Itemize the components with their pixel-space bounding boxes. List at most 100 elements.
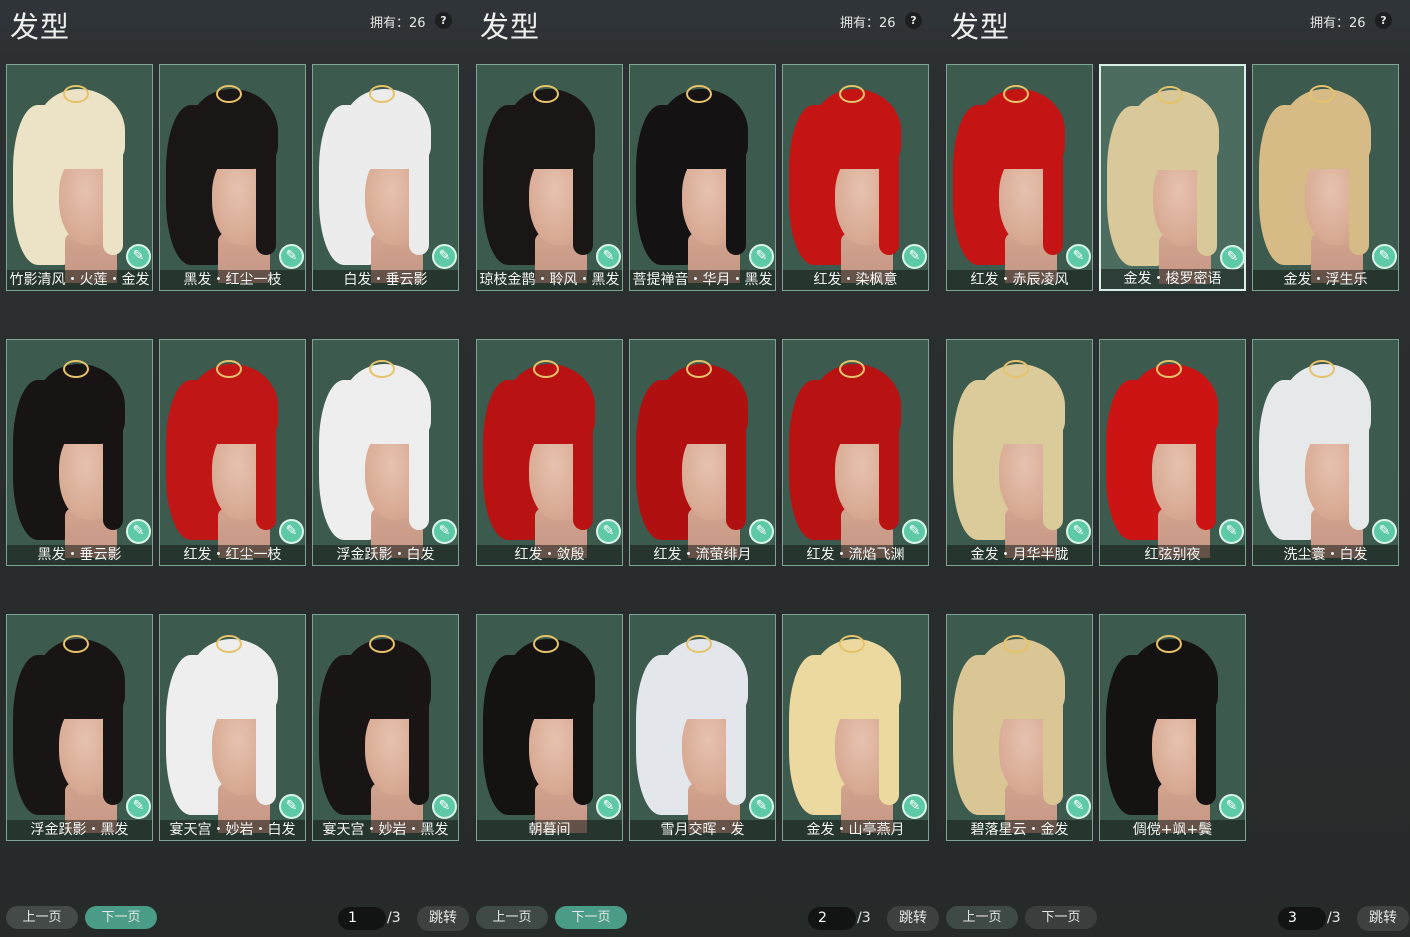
hairstyle-name: 白发・垂云影 (313, 270, 458, 290)
hair-strand-shape (1349, 145, 1369, 255)
hairstyle-card[interactable]: ✎ 浮金跃影・白发 (312, 339, 459, 566)
hairstyle-card[interactable]: ✎ 琼枝金鹊・聆风・黑发 (476, 64, 623, 291)
hairstyle-card[interactable]: ✎ 雪月交晖・发 (629, 614, 776, 841)
hairstyle-card[interactable]: ✎ 黑发・垂云影 (6, 339, 153, 566)
page-number-input[interactable]: 3 (1278, 907, 1326, 930)
hairstyle-card[interactable]: ✎ 黑发・红尘一枝 (159, 64, 306, 291)
next-page-button[interactable]: 下一页 (555, 906, 627, 929)
hairstyle-card[interactable]: ✎ 红弦别夜 (1099, 339, 1246, 566)
hairstyle-name: 浮金跃影・黑发 (7, 820, 152, 840)
hairstyle-name: 红发・赤辰凌风 (947, 270, 1092, 290)
hairstyle-card[interactable]: ✎ 红发・赤辰凌风 (946, 64, 1093, 291)
hairstyle-card[interactable]: ✎ 红发・敛殷 (476, 339, 623, 566)
panel-title: 发型 (950, 10, 1011, 44)
dye-brush-icon[interactable]: ✎ (749, 794, 774, 819)
hair-ornament-icon (533, 635, 559, 653)
dye-brush-icon[interactable]: ✎ (1220, 245, 1244, 270)
hairstyle-card[interactable]: ✎ 宴天宫・妙岩・黑发 (312, 614, 459, 841)
dye-brush-icon[interactable]: ✎ (596, 244, 621, 269)
hair-ornament-icon (369, 85, 395, 103)
hairstyle-panel-3: 发型 拥有：26 ? ✎ 红发・赤辰凌风 ✎ 金发・梭罗密语 ✎ 金发・浮生乐 ✎ 金发・月华… (940, 0, 1410, 937)
hair-strand-shape (409, 145, 429, 255)
dye-brush-icon[interactable]: ✎ (279, 519, 304, 544)
page-total: /3 (857, 910, 871, 926)
help-icon[interactable]: ? (435, 12, 452, 29)
hair-strand-shape (409, 695, 429, 805)
hairstyle-card[interactable]: ✎ 金发・浮生乐 (1252, 64, 1399, 291)
hair-strand-shape (1349, 420, 1369, 530)
hairstyle-card[interactable]: ✎ 碧落星云・金发 (946, 614, 1093, 841)
hair-ornament-icon (369, 635, 395, 653)
dye-brush-icon[interactable]: ✎ (1066, 794, 1091, 819)
hairstyle-card[interactable]: ✎ 浮金跃影・黑发 (6, 614, 153, 841)
prev-page-button[interactable]: 上一页 (6, 906, 78, 929)
dye-brush-icon[interactable]: ✎ (1372, 519, 1397, 544)
jump-button[interactable]: 跳转 (1357, 906, 1409, 931)
hairstyle-card[interactable]: ✎ 金发・山亭燕月 (782, 614, 929, 841)
owned-count: 拥有：26 (840, 16, 896, 31)
hair-strand-shape (726, 420, 746, 530)
hair-strand-shape (726, 145, 746, 255)
dye-brush-icon[interactable]: ✎ (902, 244, 927, 269)
dye-brush-icon[interactable]: ✎ (432, 519, 457, 544)
jump-button[interactable]: 跳转 (417, 906, 469, 931)
dye-brush-icon[interactable]: ✎ (432, 244, 457, 269)
prev-page-button[interactable]: 上一页 (476, 906, 548, 929)
hairstyle-card[interactable]: ✎ 金发・月华半胧 (946, 339, 1093, 566)
hairstyle-card[interactable]: ✎ 红发・流萤绯月 (629, 339, 776, 566)
hair-strand-shape (1043, 420, 1063, 530)
hairstyle-card[interactable]: ✎ 金发・梭罗密语 (1099, 64, 1246, 291)
page-number-input[interactable]: 2 (808, 907, 856, 930)
dye-brush-icon[interactable]: ✎ (279, 244, 304, 269)
hairstyle-name: 金发・浮生乐 (1253, 270, 1398, 290)
dye-brush-icon[interactable]: ✎ (749, 244, 774, 269)
hair-ornament-icon (533, 360, 559, 378)
dye-brush-icon[interactable]: ✎ (1219, 519, 1244, 544)
dye-brush-icon[interactable]: ✎ (1372, 244, 1397, 269)
dye-brush-icon[interactable]: ✎ (126, 244, 151, 269)
hairstyle-card[interactable]: ✎ 竹影清风・火莲・金发 (6, 64, 153, 291)
panel-title: 发型 (10, 10, 71, 44)
jump-button[interactable]: 跳转 (887, 906, 939, 931)
hairstyle-card[interactable]: ✎ 宴天宫・妙岩・白发 (159, 614, 306, 841)
next-page-button[interactable]: 下一页 (85, 906, 157, 929)
hairstyle-name: 宴天宫・妙岩・白发 (160, 820, 305, 840)
hairstyle-name: 红发・流萤绯月 (630, 545, 775, 565)
hairstyle-name: 黑发・垂云影 (7, 545, 152, 565)
dye-brush-icon[interactable]: ✎ (126, 794, 151, 819)
hair-strand-shape (103, 145, 123, 255)
dye-brush-icon[interactable]: ✎ (902, 794, 927, 819)
dye-brush-icon[interactable]: ✎ (596, 519, 621, 544)
dye-brush-icon[interactable]: ✎ (432, 794, 457, 819)
hairstyle-card[interactable]: ✎ 洗尘寰・白发 (1252, 339, 1399, 566)
hairstyle-card[interactable]: ✎ 红发・流焰飞渊 (782, 339, 929, 566)
hair-ornament-icon (216, 635, 242, 653)
hairstyle-card[interactable]: ✎ 倜傥+飒+鬓 (1099, 614, 1246, 841)
hairstyle-name: 金发・梭罗密语 (1101, 269, 1244, 289)
page-number-input[interactable]: 1 (338, 907, 386, 930)
hair-ornament-icon (839, 85, 865, 103)
hair-ornament-icon (63, 635, 89, 653)
dye-brush-icon[interactable]: ✎ (1066, 519, 1091, 544)
hairstyle-card[interactable]: ✎ 朝暮间 (476, 614, 623, 841)
hairstyle-card[interactable]: ✎ 白发・垂云影 (312, 64, 459, 291)
hairstyle-panel-2: 发型 拥有：26 ? ✎ 琼枝金鹊・聆风・黑发 ✎ 菩提禅音・华月・黑发 ✎ 红发・染枫意… (470, 0, 940, 937)
dye-brush-icon[interactable]: ✎ (1066, 244, 1091, 269)
hairstyle-card[interactable]: ✎ 红发・染枫意 (782, 64, 929, 291)
dye-brush-icon[interactable]: ✎ (749, 519, 774, 544)
dye-brush-icon[interactable]: ✎ (279, 794, 304, 819)
hair-ornament-icon (1003, 360, 1029, 378)
dye-brush-icon[interactable]: ✎ (902, 519, 927, 544)
prev-page-button[interactable]: 上一页 (946, 906, 1018, 929)
dye-brush-icon[interactable]: ✎ (126, 519, 151, 544)
help-icon[interactable]: ? (1375, 12, 1392, 29)
hair-ornament-icon (1309, 360, 1335, 378)
hairstyle-card[interactable]: ✎ 红发・红尘一枝 (159, 339, 306, 566)
hair-ornament-icon (63, 85, 89, 103)
hair-strand-shape (256, 145, 276, 255)
dye-brush-icon[interactable]: ✎ (1219, 794, 1244, 819)
next-page-button[interactable]: 下一页 (1025, 906, 1097, 929)
dye-brush-icon[interactable]: ✎ (596, 794, 621, 819)
help-icon[interactable]: ? (905, 12, 922, 29)
hairstyle-card[interactable]: ✎ 菩提禅音・华月・黑发 (629, 64, 776, 291)
